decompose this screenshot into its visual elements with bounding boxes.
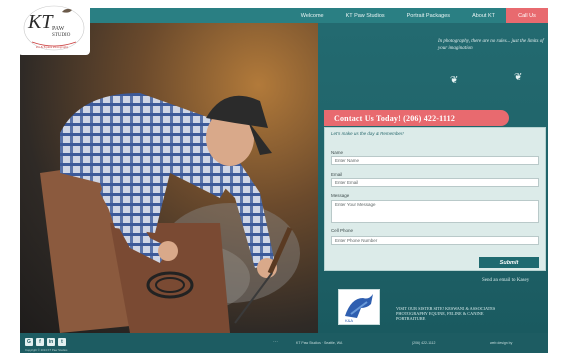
message-label: Message — [331, 193, 350, 198]
sister-site-promo[interactable]: VISIT OUR SISTER SITE! KESWANI & ASSOCIA… — [396, 306, 506, 321]
horse-dog-logo-icon: K&A — [339, 290, 379, 324]
call-us-button[interactable]: Call Us — [506, 8, 548, 23]
email-label: Email — [331, 172, 343, 177]
svg-text:Pet & Equine Photography: Pet & Equine Photography — [36, 45, 69, 49]
nav-about-kt[interactable]: About KT — [461, 13, 506, 19]
tagline: In photography, there are no rules... ju… — [438, 39, 544, 51]
paw-icon: ❦ — [514, 72, 523, 83]
hero-photo — [20, 23, 318, 333]
divider-icon: ⋯ — [273, 339, 278, 345]
footer-credit-link[interactable]: web design by — [490, 341, 512, 345]
submit-button[interactable]: Submit — [479, 257, 539, 268]
facebook-icon[interactable]: f — [36, 338, 44, 346]
form-title: Let's make us the day & Remember! — [331, 131, 404, 136]
photo-farrier-icon — [40, 93, 300, 333]
send-email-link[interactable]: Send an email to Kasey — [482, 278, 529, 283]
contact-panel: In photography, there are no rules... ju… — [318, 23, 548, 333]
contact-form: Let's make us the day & Remember! Name E… — [324, 127, 546, 271]
nav-welcome[interactable]: Welcome — [290, 13, 335, 19]
linkedin-icon[interactable]: in — [47, 338, 55, 346]
nav-portrait-packages[interactable]: Portrait Packages — [396, 13, 461, 19]
paw-icon: ❦ — [450, 75, 459, 86]
phone-field[interactable] — [331, 236, 539, 245]
site-logo[interactable]: KT PAW STUDIO Pet & Equine Photography — [18, 0, 90, 55]
copyright: Copyright © 2013 KT Paw Studios — [25, 348, 68, 352]
phone-label: Cell Phone — [331, 228, 354, 233]
top-navigation: Welcome KT Paw Studios Portrait Packages… — [20, 8, 548, 23]
message-field[interactable]: Enter Your Message — [331, 200, 539, 223]
logo-graphic: KT PAW STUDIO Pet & Equine Photography — [23, 5, 85, 51]
name-field[interactable] — [331, 156, 539, 165]
email-field[interactable] — [331, 178, 539, 187]
sister-site-logo[interactable]: K&A — [338, 289, 380, 325]
footer-address: KT Paw Studios · Seattle, WA — [296, 341, 343, 345]
footer: G f in t Copyright © 2013 KT Paw Studios… — [20, 333, 548, 353]
google-plus-icon[interactable]: G — [25, 338, 33, 346]
svg-text:STUDIO: STUDIO — [52, 33, 71, 38]
svg-text:K&A: K&A — [345, 318, 353, 323]
twitter-icon[interactable]: t — [58, 338, 66, 346]
svg-text:KT: KT — [27, 11, 54, 33]
nav-kt-paw-studios[interactable]: KT Paw Studios — [335, 13, 396, 19]
name-label: Name — [331, 150, 344, 155]
svg-text:PAW: PAW — [52, 26, 65, 32]
footer-phone: (206) 422-1112 — [412, 341, 436, 345]
social-links: G f in t — [25, 338, 66, 346]
contact-header: Contact Us Today! (206) 422-1112 — [324, 110, 509, 126]
